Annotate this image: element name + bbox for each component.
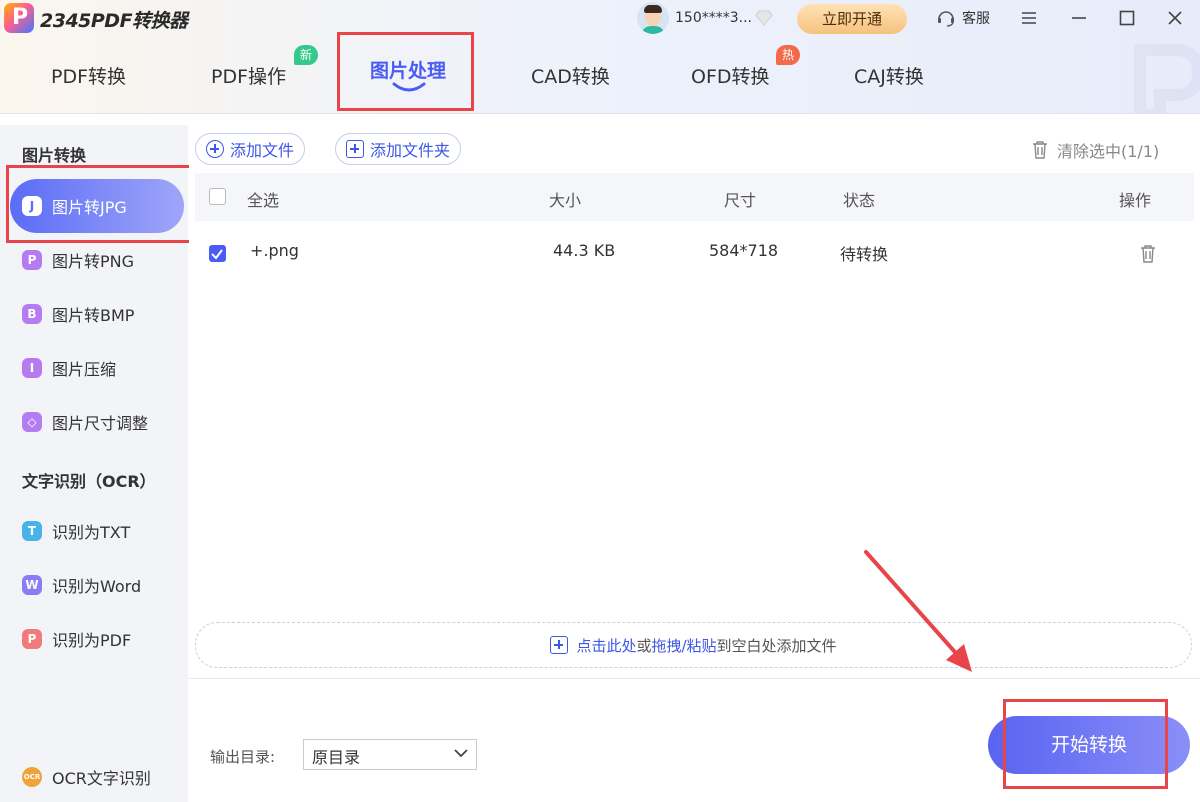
- drop-zone[interactable]: 点击此处或拖拽/粘贴到空白处添加文件: [195, 622, 1192, 668]
- sidebar-item-label: 识别为TXT: [52, 523, 131, 542]
- dropzone-text: 到空白处添加文件: [716, 636, 837, 655]
- add-folder-button[interactable]: 添加文件夹: [335, 133, 462, 165]
- tab-pdf-operate[interactable]: PDF操作: [211, 62, 286, 89]
- minimize-button[interactable]: [1067, 6, 1091, 30]
- file-name: +.png: [250, 241, 299, 260]
- chevron-down-icon: [454, 749, 468, 758]
- section-image-convert: 图片转换: [22, 146, 87, 165]
- customer-service-button[interactable]: 客服: [936, 7, 990, 29]
- file-dimension: 584*718: [709, 241, 779, 260]
- sidebar-item-image-to-bmp[interactable]: B 图片转BMP: [10, 287, 184, 341]
- maximize-button[interactable]: [1115, 6, 1139, 30]
- sidebar-item-label: 图片压缩: [52, 360, 117, 379]
- start-button-highlight-box: [1003, 699, 1168, 789]
- select-all-checkbox[interactable]: [209, 188, 226, 205]
- sidebar-item-image-resize[interactable]: ◇ 图片尺寸调整: [10, 395, 184, 449]
- click-here-link[interactable]: 点击此处: [576, 637, 636, 655]
- sidebar-item-label: OCR文字识别: [52, 769, 151, 788]
- sidebar-item-label: 识别为Word: [52, 577, 142, 596]
- section-ocr: 文字识别（OCR）: [22, 472, 156, 491]
- table-header: 全选 大小 尺寸 状态 操作: [195, 173, 1194, 221]
- resize-icon: ◇: [22, 412, 42, 432]
- pdf-icon: P: [22, 629, 42, 649]
- output-dir-select[interactable]: 原目录: [303, 739, 477, 770]
- trash-icon: [1033, 141, 1047, 159]
- add-square-icon: [346, 140, 364, 158]
- col-select-all: 全选: [247, 191, 280, 210]
- diamond-icon: [755, 10, 773, 26]
- add-file-label: 添加文件: [230, 141, 295, 160]
- clear-selected-button[interactable]: 清除选中(1/1): [1031, 138, 1159, 162]
- clear-selected-label: 清除选中(1/1): [1057, 142, 1160, 161]
- menu-button[interactable]: [1017, 6, 1041, 30]
- check-icon: [211, 249, 223, 260]
- add-circle-icon: [206, 140, 224, 158]
- table-row[interactable]: +.png 44.3 KB 584*718 待转换: [195, 227, 1194, 283]
- sidebar-highlight-box: [6, 165, 192, 243]
- new-badge: 新: [294, 45, 319, 65]
- tab-ofd-convert[interactable]: OFD转换: [691, 62, 770, 89]
- add-file-button[interactable]: 添加文件: [195, 133, 306, 165]
- col-size: 大小: [549, 191, 582, 210]
- close-button[interactable]: [1163, 6, 1187, 30]
- sidebar-item-label: 图片转PNG: [52, 252, 135, 271]
- tab-caj-convert[interactable]: CAJ转换: [854, 62, 924, 89]
- vip-open-button[interactable]: 立即开通: [797, 4, 907, 34]
- sidebar-item-label: 图片转BMP: [52, 306, 135, 325]
- add-square-icon: [550, 636, 569, 654]
- menu-icon: [1022, 12, 1036, 24]
- sidebar-item-ocr-word[interactable]: W 识别为Word: [10, 558, 184, 612]
- maximize-icon: [1119, 10, 1135, 26]
- file-status: 待转换: [840, 245, 889, 264]
- tab-pdf-convert[interactable]: PDF转换: [51, 62, 126, 89]
- word-icon: W: [22, 575, 42, 595]
- tab-highlight-box: [337, 32, 474, 111]
- main-tabs: PDF转换 PDF操作 新 图片处理 CAD转换 OFD转换 热 CAJ转换: [0, 40, 1200, 113]
- sidebar-item-image-compress[interactable]: I 图片压缩: [10, 341, 184, 395]
- add-folder-label: 添加文件夹: [370, 141, 451, 160]
- user-avatar[interactable]: [637, 2, 669, 34]
- sidebar-item-ocr-txt[interactable]: T 识别为TXT: [10, 504, 184, 558]
- tab-cad-convert[interactable]: CAD转换: [531, 62, 610, 89]
- sidebar-item-label: 图片尺寸调整: [52, 414, 149, 433]
- app-logo-icon: [4, 3, 34, 33]
- app-title: 2345PDF转换器: [40, 10, 188, 32]
- output-dir-label: 输出目录:: [210, 748, 276, 766]
- sidebar-item-label: 识别为PDF: [52, 631, 132, 650]
- row-checkbox[interactable]: [209, 245, 226, 262]
- output-dir-value: 原目录: [312, 748, 361, 767]
- delete-row-icon[interactable]: [1139, 244, 1157, 264]
- minimize-icon: [1072, 17, 1086, 19]
- col-dimension: 尺寸: [724, 191, 757, 210]
- service-label: 客服: [962, 11, 990, 27]
- png-icon: P: [22, 250, 42, 270]
- dropzone-or: 或: [636, 636, 652, 655]
- drag-paste-link[interactable]: 拖拽/粘贴: [651, 637, 716, 655]
- col-action: 操作: [1119, 191, 1152, 210]
- close-icon: [1168, 11, 1182, 25]
- ocr-icon: OCR: [22, 767, 42, 787]
- compress-icon: I: [22, 358, 42, 378]
- sidebar-item-ocr-pdf[interactable]: P 识别为PDF: [10, 612, 184, 666]
- title-bar: 2345PDF转换器 150****3... 立即开通 客服 PDF转换 PDF…: [0, 0, 1200, 114]
- sidebar-item-ocr-recognition[interactable]: OCR OCR文字识别: [10, 750, 184, 802]
- user-name[interactable]: 150****3...: [675, 10, 752, 26]
- file-size: 44.3 KB: [553, 241, 616, 260]
- divider: [189, 678, 1200, 679]
- col-status: 状态: [843, 191, 876, 210]
- bmp-icon: B: [22, 304, 42, 324]
- hot-badge: 热: [776, 45, 801, 65]
- headset-icon: [938, 11, 954, 27]
- txt-icon: T: [22, 521, 42, 541]
